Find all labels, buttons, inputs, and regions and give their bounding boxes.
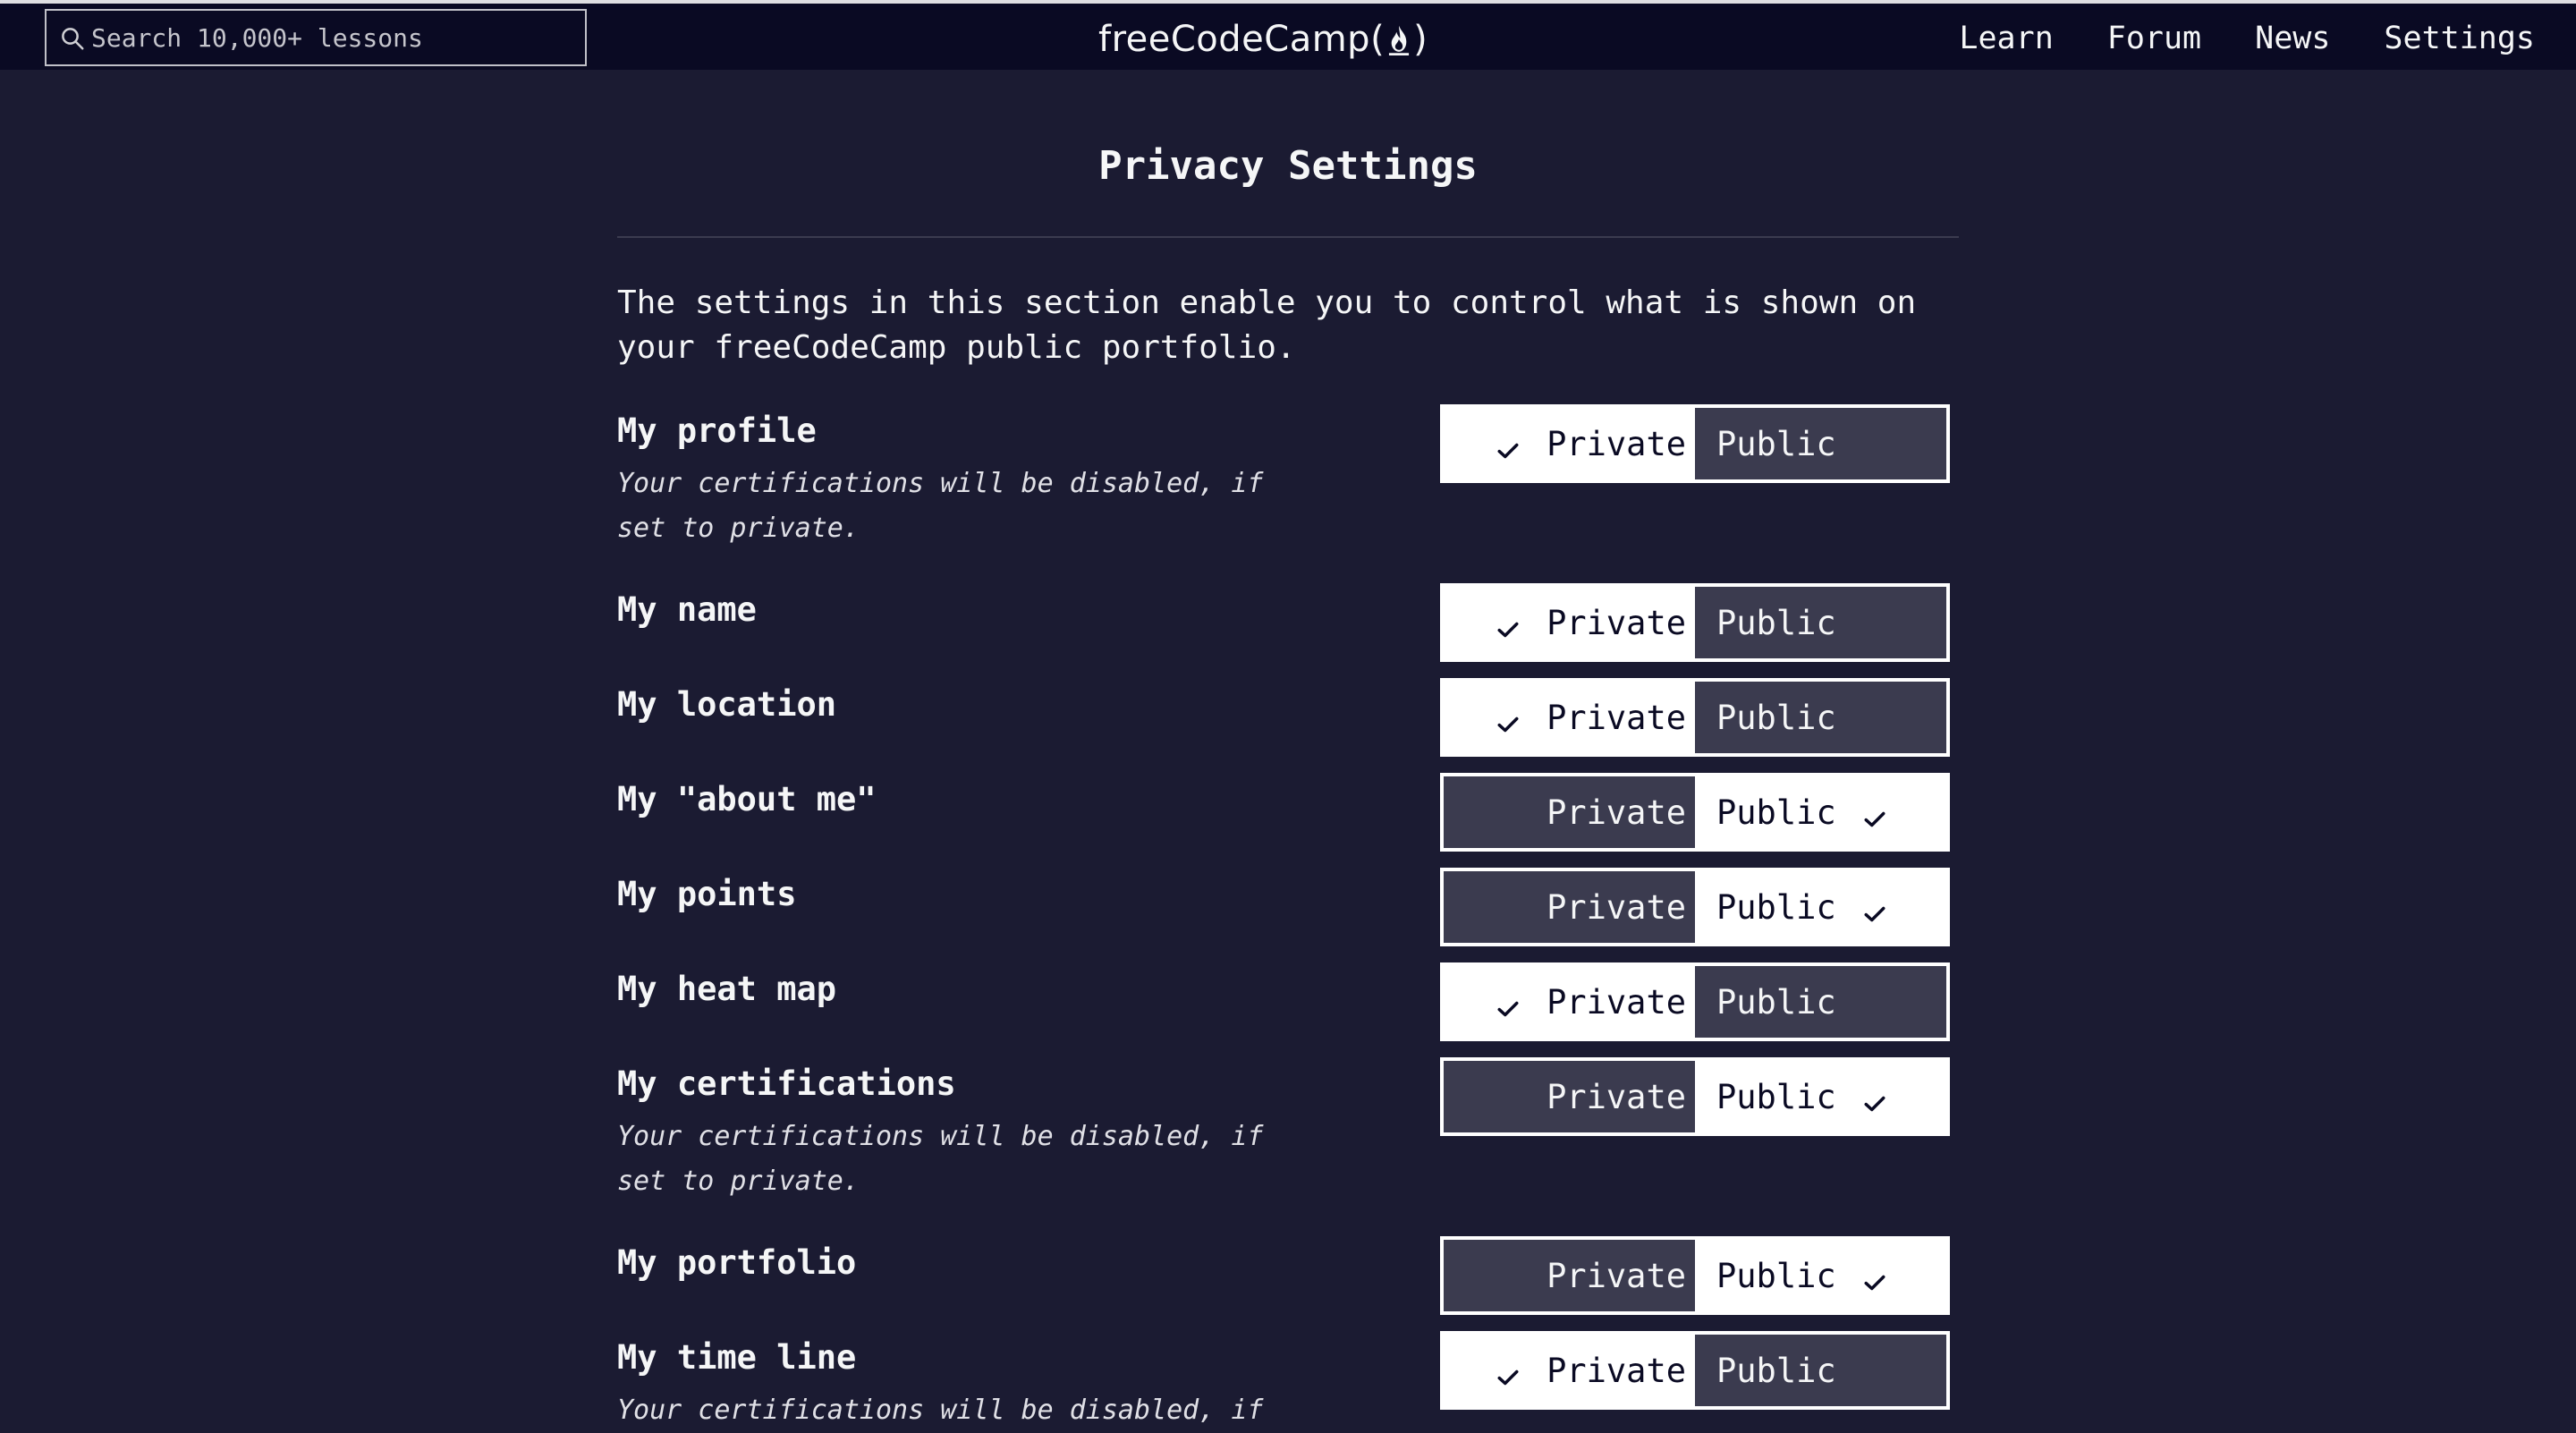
public-option[interactable]: Public <box>1695 1240 1946 1311</box>
check-icon <box>1863 801 1886 827</box>
public-label: Public <box>1716 1351 1836 1390</box>
setting-label: My profile <box>617 411 817 450</box>
setting-label: My name <box>617 590 757 629</box>
public-label: Public <box>1716 603 1836 642</box>
public-option[interactable]: Public <box>1695 966 1946 1038</box>
public-option[interactable]: Public <box>1695 587 1946 658</box>
intro-text: The settings in this section enable you … <box>617 284 1917 366</box>
freecodecamp-logo[interactable]: freeCodeCamp( ) <box>1098 13 1428 66</box>
setting-note: Your certifications will be disabled, if <box>617 1395 1264 1426</box>
check-icon <box>1496 706 1520 733</box>
privacy-toggle[interactable]: Private Public <box>1440 1236 1950 1315</box>
setting-label: My "about me" <box>617 780 877 818</box>
navbar: freeCodeCamp( ) Learn Forum News Setting… <box>0 4 2576 70</box>
public-label: Public <box>1716 1077 1836 1116</box>
privacy-toggle[interactable]: Private Public <box>1440 962 1950 1041</box>
public-label: Public <box>1716 698 1836 737</box>
privacy-toggle[interactable]: Private Public <box>1440 1331 1950 1410</box>
public-option[interactable]: Public <box>1695 682 1946 753</box>
public-label: Public <box>1716 982 1836 1022</box>
private-label: Private <box>1546 1351 1686 1390</box>
public-option[interactable]: Public <box>1695 408 1946 479</box>
nav-link-learn[interactable]: Learn <box>1959 21 2053 56</box>
search-box[interactable] <box>45 9 587 66</box>
public-option[interactable]: Public <box>1695 1061 1946 1132</box>
check-icon <box>1496 1359 1520 1386</box>
search-input[interactable] <box>91 11 574 64</box>
public-option[interactable]: Public <box>1695 1335 1946 1406</box>
check-icon <box>1496 611 1520 638</box>
privacy-toggle[interactable]: Private Public <box>1440 678 1950 757</box>
private-label: Private <box>1546 887 1686 927</box>
setting-label: My portfolio <box>617 1243 857 1282</box>
private-option[interactable]: Private <box>1444 587 1695 658</box>
private-label: Private <box>1546 793 1686 832</box>
public-label: Public <box>1716 887 1836 927</box>
private-option[interactable]: Private <box>1444 966 1695 1038</box>
setting-note: Your certifications will be disabled, if… <box>617 468 1264 544</box>
page-title: Privacy Settings <box>1098 143 1478 189</box>
fire-icon <box>1389 25 1410 55</box>
private-option[interactable]: Private <box>1444 871 1695 943</box>
setting-label: My certifications <box>617 1064 956 1103</box>
check-icon <box>1496 432 1520 459</box>
setting-label: My time line <box>617 1338 857 1377</box>
nav-link-news[interactable]: News <box>2255 21 2330 56</box>
nav-links: Learn Forum News Settings <box>1905 7 2535 70</box>
privacy-toggle[interactable]: Private Public <box>1440 404 1950 483</box>
private-label: Private <box>1546 603 1686 642</box>
setting-note: Your certifications will be disabled, if… <box>617 1121 1264 1197</box>
check-icon <box>1863 1085 1886 1112</box>
setting-label: My location <box>617 685 837 724</box>
check-icon <box>1863 895 1886 922</box>
public-option[interactable]: Public <box>1695 871 1946 943</box>
private-label: Private <box>1546 1077 1686 1116</box>
private-label: Private <box>1546 1256 1686 1295</box>
nav-link-forum[interactable]: Forum <box>2107 21 2201 56</box>
private-option[interactable]: Private <box>1444 682 1695 753</box>
private-option[interactable]: Private <box>1444 1240 1695 1311</box>
public-option[interactable]: Public <box>1695 776 1946 848</box>
private-label: Private <box>1546 698 1686 737</box>
private-option[interactable]: Private <box>1444 1061 1695 1132</box>
privacy-toggle[interactable]: Private Public <box>1440 583 1950 662</box>
private-label: Private <box>1546 424 1686 463</box>
public-label: Public <box>1716 793 1836 832</box>
nav-link-settings[interactable]: Settings <box>2384 21 2535 56</box>
private-option[interactable]: Private <box>1444 1335 1695 1406</box>
private-option[interactable]: Private <box>1444 776 1695 848</box>
public-label: Public <box>1716 424 1836 463</box>
divider <box>617 236 1959 238</box>
privacy-toggle[interactable]: Private Public <box>1440 773 1950 852</box>
check-icon <box>1496 990 1520 1017</box>
privacy-toggle[interactable]: Private Public <box>1440 868 1950 946</box>
check-icon <box>1863 1264 1886 1291</box>
logo-text-end: ) <box>1413 19 1428 60</box>
privacy-toggle[interactable]: Private Public <box>1440 1057 1950 1136</box>
search-icon <box>62 28 84 50</box>
public-label: Public <box>1716 1256 1836 1295</box>
setting-label: My heat map <box>617 970 837 1008</box>
private-label: Private <box>1546 982 1686 1022</box>
setting-label: My points <box>617 875 797 913</box>
logo-text-start: freeCodeCamp( <box>1098 19 1385 60</box>
private-option[interactable]: Private <box>1444 408 1695 479</box>
